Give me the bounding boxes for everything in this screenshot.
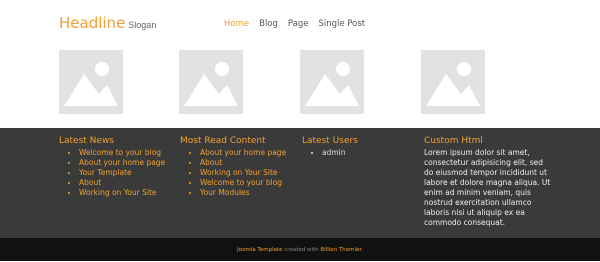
image-placeholder-4[interactable] [421, 50, 485, 114]
image-placeholder-icon [184, 62, 238, 106]
nav-item-single-post[interactable]: Single Post [318, 19, 365, 29]
image-placeholder-1[interactable] [59, 50, 123, 114]
list-item: About [79, 178, 165, 188]
nav-item-page[interactable]: Page [288, 19, 309, 29]
custom-html-title: Custom Html [424, 136, 483, 146]
list-item: About your home page [200, 148, 286, 158]
user-link: admin [322, 148, 346, 157]
latest-news-link[interactable]: Your Template [79, 168, 132, 177]
site-slogan: Slogan [128, 20, 157, 30]
footer-widgets: Latest News Welcome to your blog About y… [0, 128, 600, 238]
custom-html-module: Custom Html Lorem ipsum dolor sit amet, … [424, 136, 552, 228]
copyright-middle: created with [282, 247, 321, 253]
most-read-link[interactable]: Welcome to your blog [200, 178, 282, 187]
list-item: Working on Your Site [200, 168, 286, 178]
list-item: About [200, 158, 286, 168]
nav-item-home[interactable]: Home [224, 19, 249, 29]
list-item: About your home page [79, 158, 165, 168]
latest-news-link[interactable]: Welcome to your blog [79, 148, 161, 157]
most-read-link[interactable]: About your home page [200, 148, 286, 157]
latest-news-link[interactable]: About [79, 178, 101, 187]
most-read-link[interactable]: Working on Your Site [200, 168, 278, 177]
site-logo[interactable]: Headline Slogan [59, 14, 156, 33]
site-headline[interactable]: Headline [59, 14, 125, 32]
image-placeholder-icon [426, 62, 480, 106]
image-placeholder-2[interactable] [179, 50, 243, 114]
copyright-text: Joomla Template created with Billion The… [237, 247, 363, 253]
most-read-title: Most Read Content [180, 136, 266, 146]
latest-news-module: Latest News Welcome to your blog About y… [59, 136, 165, 198]
list-item: Your Modules [200, 188, 286, 198]
list-item: admin [322, 148, 358, 158]
copyright-bar: Joomla Template created with Billion The… [0, 238, 600, 261]
custom-html-text: Lorem ipsum dolor sit amet, consectetur … [424, 148, 551, 227]
most-read-link[interactable]: About [200, 158, 222, 167]
list-item: Welcome to your blog [200, 178, 286, 188]
site-header: Headline Slogan Home Blog Page Single Pos… [0, 0, 600, 128]
main-nav: Home Blog Page Single Post [224, 19, 375, 29]
joomla-template-link[interactable]: Joomla Template [237, 247, 282, 253]
list-item: Working on Your Site [79, 188, 165, 198]
latest-news-link[interactable]: Working on Your Site [79, 188, 157, 197]
image-placeholder-icon [305, 62, 359, 106]
latest-users-title: Latest Users [302, 136, 358, 146]
image-placeholder-icon [64, 62, 118, 106]
latest-users-module: Latest Users admin [302, 136, 358, 158]
latest-news-title: Latest News [59, 136, 114, 146]
nav-item-blog[interactable]: Blog [259, 19, 278, 29]
themler-link[interactable]: Billion Themler. [320, 247, 363, 253]
list-item: Welcome to your blog [79, 148, 165, 158]
image-placeholder-3[interactable] [300, 50, 364, 114]
most-read-link[interactable]: Your Modules [200, 188, 250, 197]
latest-news-link[interactable]: About your home page [79, 158, 165, 167]
most-read-module: Most Read Content About your home page A… [180, 136, 286, 198]
list-item: Your Template [79, 168, 165, 178]
